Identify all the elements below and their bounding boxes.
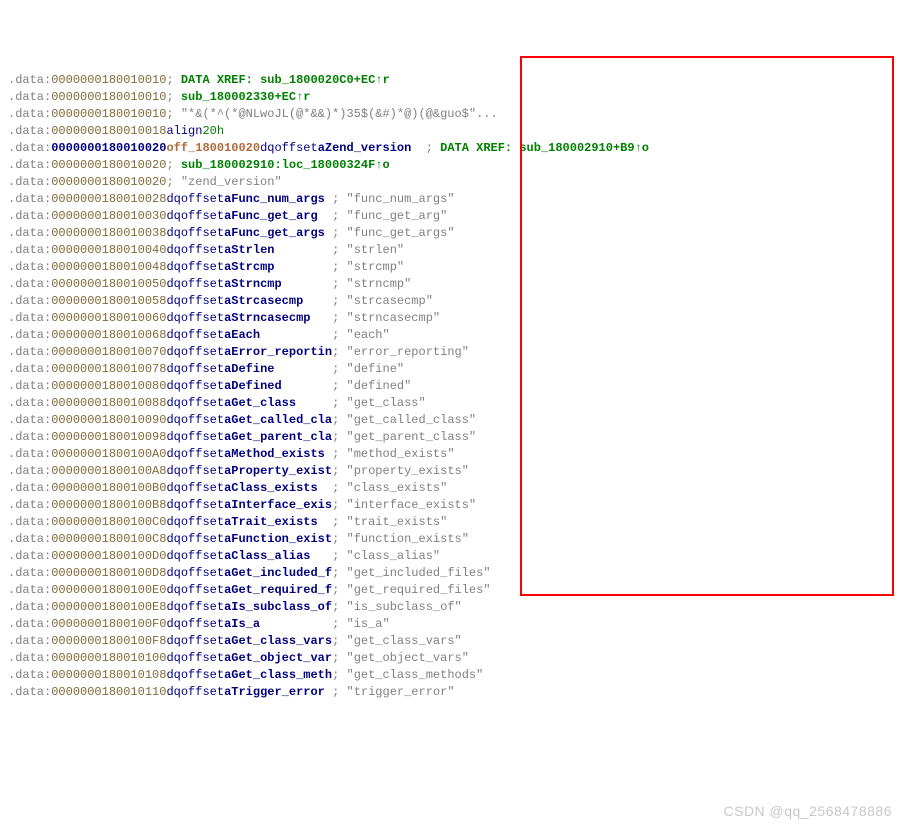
listing-row[interactable]: .data:0000000180010090 dq offset aGet_ca… [8, 412, 894, 429]
listing-row[interactable]: .data:0000000180010040 dq offset aStrlen… [8, 242, 894, 259]
listing-row[interactable]: .data:00000001800100F8 dq offset aGet_cl… [8, 633, 894, 650]
listing-row[interactable]: .data:0000000180010038 dq offset aFunc_g… [8, 225, 894, 242]
listing-row[interactable]: .data:0000000180010018 align 20h [8, 123, 894, 140]
listing-row[interactable]: .data:0000000180010010 ; DATA XREF: sub_… [8, 72, 894, 89]
listing-row[interactable]: .data:00000001800100C0 dq offset aTrait_… [8, 514, 894, 531]
listing-row[interactable]: .data:0000000180010080 dq offset aDefine… [8, 378, 894, 395]
listing-row[interactable]: .data:0000000180010098 dq offset aGet_pa… [8, 429, 894, 446]
listing-row[interactable]: .data:00000001800100A0 dq offset aMethod… [8, 446, 894, 463]
listing-row[interactable]: .data:0000000180010070 dq offset aError_… [8, 344, 894, 361]
listing-row[interactable]: .data:00000001800100E0 dq offset aGet_re… [8, 582, 894, 599]
listing-row[interactable]: .data:00000001800100C8 dq offset aFuncti… [8, 531, 894, 548]
listing-row[interactable]: .data:00000001800100F0 dq offset aIs_a ;… [8, 616, 894, 633]
listing-row[interactable]: .data:0000000180010030 dq offset aFunc_g… [8, 208, 894, 225]
listing-row[interactable]: .data:0000000180010060 dq offset aStrnca… [8, 310, 894, 327]
listing-row[interactable]: .data:0000000180010088 dq offset aGet_cl… [8, 395, 894, 412]
listing-row[interactable]: .data:0000000180010068 dq offset aEach ;… [8, 327, 894, 344]
listing-row[interactable]: .data:0000000180010050 dq offset aStrncm… [8, 276, 894, 293]
listing-row[interactable]: .data:0000000180010020 ; sub_180002910:l… [8, 157, 894, 174]
listing-row[interactable]: .data:0000000180010108 dq offset aGet_cl… [8, 667, 894, 684]
disassembly-listing[interactable]: .data:0000000180010010 ; DATA XREF: sub_… [8, 72, 894, 701]
listing-row[interactable]: .data:0000000180010110 dq offset aTrigge… [8, 684, 894, 701]
listing-row[interactable]: .data:00000001800100D0 dq offset aClass_… [8, 548, 894, 565]
listing-row[interactable]: .data:0000000180010100 dq offset aGet_ob… [8, 650, 894, 667]
listing-row[interactable]: .data:0000000180010058 dq offset aStrcas… [8, 293, 894, 310]
listing-row[interactable]: .data:0000000180010020 ; "zend_version" [8, 174, 894, 191]
listing-row[interactable]: .data:00000001800100B0 dq offset aClass_… [8, 480, 894, 497]
listing-row[interactable]: .data:0000000180010048 dq offset aStrcmp… [8, 259, 894, 276]
listing-row[interactable]: .data:00000001800100B8 dq offset aInterf… [8, 497, 894, 514]
listing-row[interactable]: .data:0000000180010020 off_180010020 dq … [8, 140, 894, 157]
listing-row[interactable]: .data:00000001800100D8 dq offset aGet_in… [8, 565, 894, 582]
listing-row[interactable]: .data:0000000180010010 ; "*&(*^(*@NLwoJL… [8, 106, 894, 123]
watermark-text: CSDN @qq_2568478886 [724, 803, 893, 820]
listing-row[interactable]: .data:0000000180010010 ; sub_180002330+E… [8, 89, 894, 106]
listing-row[interactable]: .data:00000001800100A8 dq offset aProper… [8, 463, 894, 480]
listing-row[interactable]: .data:0000000180010078 dq offset aDefine… [8, 361, 894, 378]
listing-row[interactable]: .data:0000000180010028 dq offset aFunc_n… [8, 191, 894, 208]
